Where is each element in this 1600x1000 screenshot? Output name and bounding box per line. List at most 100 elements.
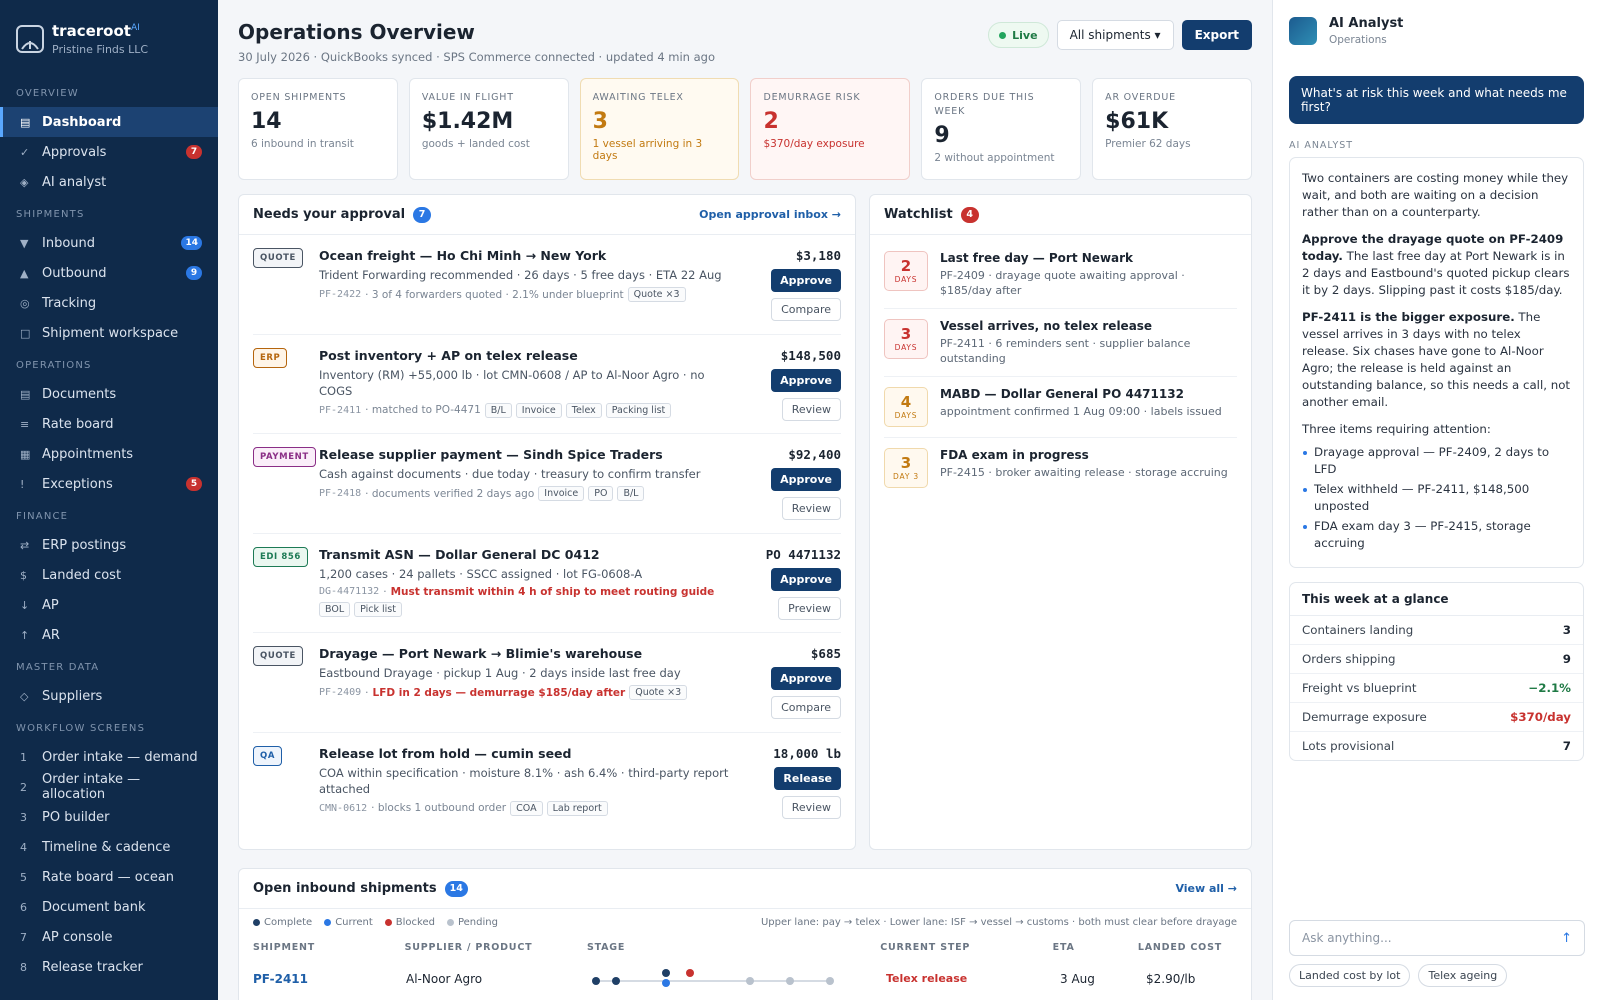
document-chip[interactable]: COA [510, 800, 543, 816]
glance-row-freight-vs-blueprint: Freight vs blueprint −2.1% [1290, 674, 1583, 703]
document-chip[interactable]: Quote ×3 [629, 685, 688, 700]
nav-section-overview: OVERVIEW [16, 88, 79, 99]
kpi-orders-due-this-week[interactable]: ORDERS DUE THIS WEEK 9 2 without appointme… [921, 78, 1082, 180]
kpi-value-in-flight[interactable]: VALUE IN FLIGHT $1.42M goods + landed cost [408, 78, 569, 180]
column-header-stage[interactable]: STAGE [587, 942, 880, 953]
ask-input[interactable]: Ask anything... ↑ [1289, 920, 1585, 956]
sidebar-item-exceptions[interactable]: ! Exceptions 5 [0, 469, 218, 499]
sidebar-item-po-builder[interactable]: 3 PO builder [0, 802, 218, 832]
sidebar-item-documents[interactable]: ▤ Documents [0, 379, 218, 409]
sidebar-item-erp-postings[interactable]: ⇄ ERP postings [0, 530, 218, 560]
sidebar-item-appointments[interactable]: ▦ Appointments [0, 439, 218, 469]
glance-label: Lots provisional [1302, 739, 1395, 753]
watchlist-title: Watchlist 4 [884, 206, 979, 223]
open-approval-inbox-link[interactable]: Open approval inbox → [699, 208, 841, 221]
sidebar-item-inbound[interactable]: ▼ Inbound 14 [0, 228, 218, 258]
view-all-inbound-link[interactable]: View all → [1175, 882, 1237, 895]
kpi-value: 2 [763, 109, 779, 134]
review-button[interactable]: Review [781, 497, 841, 520]
column-header-current-step[interactable]: CURRENT STEP [880, 942, 1052, 953]
brand[interactable]: tracerootAI Pristine Finds LLC [0, 0, 218, 76]
compare-button[interactable]: Compare [771, 696, 841, 719]
kpi-demurrage-risk[interactable]: DEMURRAGE RISK 2 $370/day exposure [750, 78, 911, 180]
kpi-ar-overdue[interactable]: AR OVERDUE $61K Premier 62 days [1092, 78, 1252, 180]
watchlist-item[interactable]: 3 DAY 3 FDA exam in progress PF-2415 · brok… [884, 438, 1237, 498]
review-button[interactable]: Review [781, 795, 841, 819]
sidebar-item-release-tracker[interactable]: 8 Release tracker [0, 952, 218, 982]
approval-title[interactable]: Release lot from hold — cumin seed [319, 746, 741, 761]
approve-button[interactable]: Approve [771, 667, 841, 690]
sidebar-item-rate-board-ocean[interactable]: 5 Rate board — ocean [0, 862, 218, 892]
kpi-label: OPEN SHIPMENTS [251, 92, 347, 103]
inbound-table-header: SHIPMENT SUPPLIER / PRODUCT STAGE CURRENT S… [239, 928, 1251, 953]
assistant-label: AI ANALYST [1289, 140, 1354, 151]
sidebar-item-order-intake-demand[interactable]: 1 Order intake — demand [0, 742, 218, 772]
document-chip[interactable]: BOL [319, 601, 351, 617]
approval-title[interactable]: Release supplier payment — Sindh Spice T… [319, 447, 741, 462]
document-chip[interactable]: PO [588, 486, 614, 501]
preview-button[interactable]: Preview [778, 596, 841, 620]
approval-type-tag: QUOTE [253, 248, 303, 268]
document-chip[interactable]: Quote ×3 [627, 287, 686, 302]
sidebar-item-shipment-workspace[interactable]: □ Shipment workspace [0, 318, 218, 348]
document-chip[interactable]: Pick list [354, 601, 402, 617]
approve-button[interactable]: Approve [771, 468, 841, 491]
shipment-filter-dropdown[interactable]: All shipments ▾ [1056, 20, 1174, 50]
sidebar-item-ai-analyst[interactable]: ◈ AI analyst [0, 167, 218, 197]
approve-button[interactable]: Approve [771, 567, 841, 591]
sidebar-item-dashboard[interactable]: ▤ Dashboard [0, 107, 218, 137]
document-chip[interactable]: Lab report [546, 800, 608, 816]
sidebar-item-landed-cost[interactable]: $ Landed cost [0, 560, 218, 590]
approve-button[interactable]: Approve [771, 368, 841, 392]
legend-dot-icon [384, 919, 392, 926]
watchlist-item[interactable]: 2 DAYS Last free day — Port Newark PF-2409 … [884, 241, 1237, 309]
sidebar-item-tracking[interactable]: ◎ Tracking [0, 288, 218, 318]
document-chip[interactable]: Packing list [605, 402, 672, 418]
sidebar-item-order-intake-allocation[interactable]: 2 Order intake — allocation [0, 772, 218, 802]
sidebar-item-ap[interactable]: ↓ AP [0, 590, 218, 620]
shipment-id-link[interactable]: PF-2411 [253, 972, 406, 986]
approval-title[interactable]: Ocean freight — Ho Chi Minh → New York [319, 248, 741, 263]
table-row[interactable]: PF-2411 Al-Noor Agro Telex release 3 Aug… [239, 953, 1251, 990]
suggestion-chip[interactable]: Telex ageing [1418, 964, 1508, 987]
document-chip[interactable]: Invoice [538, 486, 585, 501]
watchlist-item[interactable]: 4 DAYS MABD — Dollar General PO 4471132 app… [884, 377, 1237, 438]
kpi-open-shipments[interactable]: OPEN SHIPMENTS 14 6 inbound in transit [238, 78, 398, 180]
approval-title[interactable]: Drayage — Port Newark → Blimie's warehou… [319, 646, 741, 661]
column-header-shipment[interactable]: SHIPMENT [253, 942, 405, 953]
watchlist-title-text: FDA exam in progress [940, 448, 1089, 462]
approval-title[interactable]: Transmit ASN — Dollar General DC 0412 [319, 547, 741, 562]
sidebar-item-timeline-cadence[interactable]: 4 Timeline & cadence [0, 832, 218, 862]
sidebar-item-approvals[interactable]: ✓ Approvals 7 [0, 137, 218, 167]
document-chip[interactable]: B/L [617, 486, 645, 501]
release-button[interactable]: Release [774, 766, 841, 790]
document-chip[interactable]: Telex [565, 402, 602, 418]
send-icon[interactable]: ↑ [1561, 931, 1572, 946]
compare-button[interactable]: Compare [771, 298, 841, 321]
document-chip[interactable]: B/L [484, 402, 512, 418]
approval-amount: PO 4471132 [765, 546, 841, 562]
legend-dot-icon [324, 919, 332, 926]
document-chip[interactable]: Invoice [515, 402, 562, 418]
days-number: 2 [900, 257, 912, 275]
sidebar-item-ar[interactable]: ↑ AR [0, 620, 218, 650]
export-button[interactable]: Export [1181, 20, 1252, 50]
sidebar-item-outbound[interactable]: ▲ Outbound 9 [0, 258, 218, 288]
sidebar-item-suppliers[interactable]: ◇ Suppliers [0, 681, 218, 711]
reference-id: DG-4471132 [319, 586, 380, 597]
kpi-awaiting-telex[interactable]: AWAITING TELEX 3 1 vessel arriving in 3 da… [579, 78, 740, 180]
sidebar-item-document-bank[interactable]: 6 Document bank [0, 892, 218, 922]
approval-item: QUOTE Drayage — Port Newark → Blimie's wa… [253, 633, 841, 733]
days-number: 3 [900, 325, 912, 343]
sidebar-item-rate-board[interactable]: ≡ Rate board [0, 409, 218, 439]
watchlist-item[interactable]: 3 DAYS Vessel arrives, no telex release PF-… [884, 309, 1237, 377]
sidebar-item-ap-console[interactable]: 7 AP console [0, 922, 218, 952]
sidebar-item-label: Exceptions [42, 476, 113, 492]
column-header-eta[interactable]: ETA [1053, 942, 1138, 953]
suggestion-chip[interactable]: Landed cost by lot [1289, 964, 1411, 987]
approval-title[interactable]: Post inventory + AP on telex release [319, 348, 741, 363]
column-header-supplier-product[interactable]: SUPPLIER / PRODUCT [405, 942, 587, 953]
review-button[interactable]: Review [781, 397, 841, 421]
column-header-landed-cost[interactable]: LANDED COST [1138, 942, 1237, 953]
approve-button[interactable]: Approve [771, 269, 841, 292]
